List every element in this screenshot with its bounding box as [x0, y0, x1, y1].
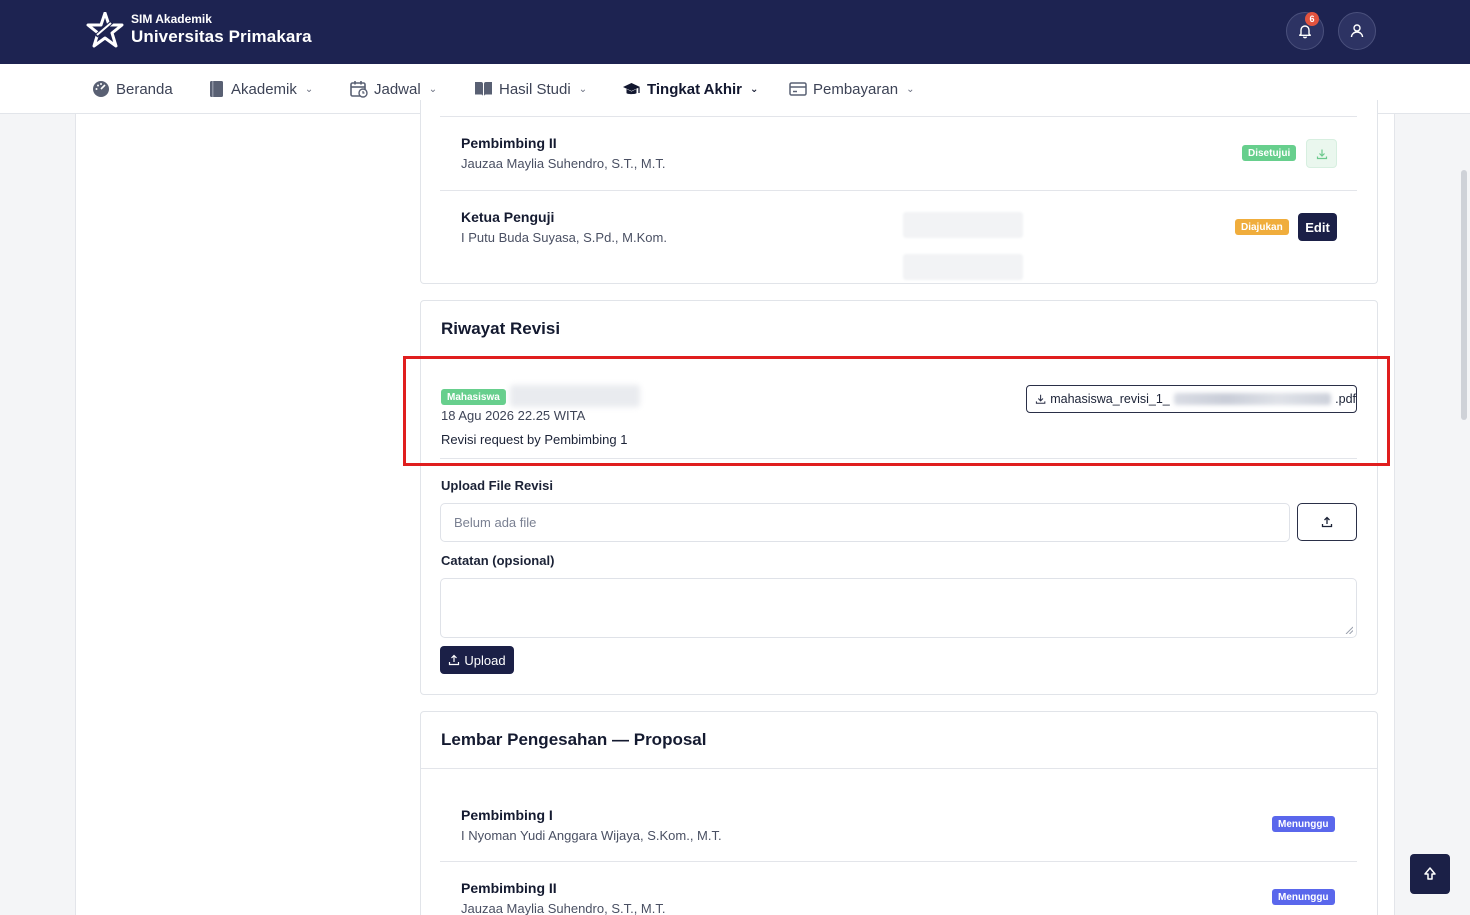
approver-name: I Putu Buda Suyasa, S.Pd., M.Kom.	[461, 230, 667, 245]
approval-role: Pembimbing II	[461, 135, 557, 151]
upload-icon	[449, 654, 460, 666]
status-badge: Menunggu	[1272, 816, 1335, 832]
book-icon	[210, 81, 223, 97]
chevron-down-icon: ⌄	[906, 83, 915, 95]
nav-akademik[interactable]: Akademik ⌄	[209, 64, 313, 114]
nav-hasil-studi-label: Hasil Studi	[499, 80, 571, 98]
upload-icon	[1321, 516, 1333, 528]
notes-textarea[interactable]	[440, 578, 1357, 638]
dashboard-gauge-icon	[93, 81, 109, 97]
back-to-top-button[interactable]	[1410, 854, 1450, 894]
nav-tingkat-akhir-label: Tingkat Akhir	[647, 80, 743, 98]
brand-subtitle: SIM Akademik	[131, 12, 212, 26]
annotation-highlight-box	[403, 356, 1390, 466]
section-title: Lembar Pengesahan — Proposal	[441, 730, 707, 749]
approver-name: I Nyoman Yudi Anggara Wijaya, S.Kom., M.…	[461, 828, 722, 843]
edit-button[interactable]: Edit	[1298, 213, 1337, 241]
download-approval-button[interactable]	[1306, 139, 1337, 168]
notification-count-badge: 6	[1305, 12, 1319, 26]
upload-button-label: Upload	[464, 652, 506, 668]
section-title: Riwayat Revisi	[441, 319, 561, 338]
choose-file-button[interactable]	[1297, 503, 1357, 541]
divider	[440, 190, 1357, 191]
upload-file-label: Upload File Revisi	[441, 478, 553, 493]
nav-pembayaran-label: Pembayaran	[813, 80, 899, 98]
approval-role: Pembimbing I	[461, 807, 553, 823]
file-name-input[interactable]: Belum ada file	[440, 503, 1290, 542]
blurred-region	[903, 254, 1023, 280]
approval-card-top	[420, 100, 1378, 284]
divider	[440, 116, 1357, 117]
calendar-clock-icon	[350, 81, 368, 98]
status-badge: Disetujui	[1242, 145, 1297, 161]
university-logo[interactable]	[86, 12, 124, 50]
chevron-down-icon: ⌄	[428, 83, 438, 95]
approver-name: Jauzaa Maylia Suhendro, S.T., M.T.	[461, 901, 666, 915]
open-book-icon	[475, 82, 492, 96]
nav-akademik-label: Akademik	[231, 80, 297, 98]
chevron-down-icon: ⌄	[304, 83, 314, 95]
resize-grip-icon[interactable]	[1345, 626, 1353, 634]
user-menu-button[interactable]	[1338, 12, 1376, 50]
approval-role: Pembimbing II	[461, 880, 557, 896]
credit-card-icon	[789, 82, 807, 96]
upload-button[interactable]: Upload	[440, 646, 514, 674]
brand-title: Universitas Primakara	[131, 27, 312, 46]
top-header: SIM Akademik Universitas Primakara 6	[0, 0, 1470, 64]
nav-beranda[interactable]: Beranda	[92, 64, 173, 114]
download-icon	[1316, 149, 1327, 159]
graduation-cap-icon	[623, 82, 640, 94]
chevron-down-icon: ⌄	[750, 83, 759, 95]
approver-name: Jauzaa Maylia Suhendro, S.T., M.T.	[461, 156, 666, 171]
user-icon	[1350, 24, 1364, 38]
divider	[440, 861, 1357, 862]
nav-jadwal-label: Jadwal	[374, 80, 421, 98]
approval-role: Ketua Penguji	[461, 209, 555, 225]
notes-label: Catatan (opsional)	[441, 553, 555, 568]
chevron-down-icon: ⌄	[578, 83, 588, 95]
page-scrollbar[interactable]	[1461, 170, 1467, 420]
status-badge: Diajukan	[1235, 219, 1289, 235]
divider	[421, 768, 1377, 769]
nav-beranda-label: Beranda	[116, 80, 173, 98]
blurred-region	[903, 212, 1023, 238]
arrow-up-icon	[1424, 867, 1436, 880]
status-badge: Menunggu	[1272, 889, 1335, 905]
